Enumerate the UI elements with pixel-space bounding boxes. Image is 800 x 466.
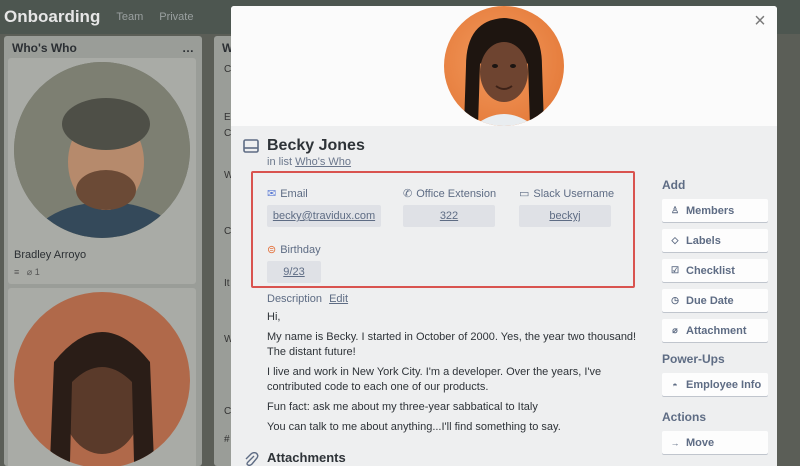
button-label: Employee Info bbox=[686, 378, 762, 391]
board-visibility-item[interactable]: Private bbox=[159, 11, 193, 23]
card-bradley[interactable]: Bradley Arroyo ≡ ⌀ 1 bbox=[8, 58, 196, 284]
checklist-button[interactable]: ☑ Checklist bbox=[662, 259, 768, 282]
attachments-heading: Attachments bbox=[267, 450, 346, 465]
field-label: Slack Username bbox=[533, 187, 615, 200]
in-list-prefix: in list bbox=[267, 156, 293, 168]
monitor-icon: ▭ bbox=[519, 188, 530, 200]
employee-info-button[interactable]: ◓ Employee Info bbox=[662, 373, 768, 396]
card-snippet[interactable]: # bbox=[224, 434, 230, 445]
board-team-item[interactable]: Team bbox=[116, 11, 143, 23]
due-date-button[interactable]: ◷ Due Date bbox=[662, 289, 768, 312]
arrow-right-icon: → bbox=[670, 437, 680, 448]
in-list-link[interactable]: Who's Who bbox=[295, 156, 351, 168]
description-header: Description Edit bbox=[267, 293, 348, 305]
card-becky[interactable] bbox=[8, 288, 196, 466]
card-title[interactable]: Becky Jones bbox=[267, 137, 365, 155]
avatar bbox=[14, 292, 190, 466]
field-label: Office Extension bbox=[416, 187, 497, 200]
labels-button[interactable]: ◇ Labels bbox=[662, 229, 768, 252]
card-cover: × bbox=[231, 6, 777, 126]
custom-fields-highlight: ✉ Email becky@travidux.com ✆ Office Extens… bbox=[251, 171, 635, 288]
card-snippet[interactable]: E bbox=[224, 112, 231, 123]
slack-value[interactable]: beckyj bbox=[519, 205, 611, 227]
list-title[interactable]: Who's Who bbox=[12, 41, 77, 55]
card-badges: ≡ ⌀ 1 bbox=[14, 267, 40, 278]
card-sidebar: Add ♙ Members ◇ Labels ☑ Checklist ◷ Due Dat… bbox=[662, 178, 768, 461]
paperclip-icon: ⌀ bbox=[672, 325, 678, 335]
description-paragraph: My name is Becky. I started in October o… bbox=[267, 331, 637, 358]
paperclip-icon bbox=[245, 452, 259, 466]
clock-icon: ◷ bbox=[671, 295, 679, 305]
email-field: ✉ Email becky@travidux.com bbox=[267, 187, 381, 227]
tag-icon: ◇ bbox=[671, 235, 679, 245]
card-detail-modal: × Becky Jones in list Who's Who ✉ Email b… bbox=[231, 6, 777, 466]
description-paragraph: I live and work in New York City. I'm a … bbox=[267, 366, 602, 393]
field-label: Email bbox=[280, 187, 308, 200]
attachment-button[interactable]: ⌀ Attachment bbox=[662, 319, 768, 342]
field-label: Birthday bbox=[280, 243, 321, 256]
button-label: Move bbox=[686, 436, 715, 449]
description-paragraph: Hi, bbox=[267, 311, 281, 323]
phone-icon: ✆ bbox=[403, 188, 413, 200]
close-icon[interactable]: × bbox=[749, 10, 771, 32]
button-label: Labels bbox=[686, 234, 721, 247]
card-name: Bradley Arroyo bbox=[14, 249, 87, 261]
button-label: Due Date bbox=[686, 294, 734, 307]
description-icon: ≡ bbox=[14, 267, 20, 277]
birthday-field: ⊜ Birthday 9/23 bbox=[267, 243, 321, 283]
cover-photo[interactable] bbox=[444, 6, 564, 126]
list-menu-icon[interactable]: … bbox=[182, 41, 194, 55]
email-icon: ✉ bbox=[267, 188, 277, 200]
actions-heading: Actions bbox=[662, 410, 707, 424]
slack-username-field: ▭ Slack Username beckyj bbox=[519, 187, 615, 227]
birthday-value[interactable]: 9/23 bbox=[267, 261, 321, 283]
in-list-line: in list Who's Who bbox=[267, 156, 351, 168]
description-body[interactable]: Hi, My name is Becky. I started in Octob… bbox=[267, 310, 647, 440]
description-paragraph: You can talk to me about anything...I'll… bbox=[267, 421, 561, 433]
attachment-count-icon: ⌀ bbox=[26, 267, 33, 277]
office-extension-field: ✆ Office Extension 322 bbox=[403, 187, 497, 227]
extension-value[interactable]: 322 bbox=[403, 205, 495, 227]
edit-description-link[interactable]: Edit bbox=[329, 293, 348, 305]
members-button[interactable]: ♙ Members bbox=[662, 199, 768, 222]
button-label: Attachment bbox=[686, 324, 747, 337]
description-label: Description bbox=[267, 293, 323, 305]
button-label: Checklist bbox=[686, 264, 735, 277]
board-title[interactable]: Onboarding bbox=[4, 7, 100, 27]
avatar bbox=[14, 62, 190, 238]
attachment-count: 1 bbox=[34, 267, 40, 277]
description-paragraph: Fun fact: ask me about my three-year sab… bbox=[267, 401, 538, 413]
card-snippet[interactable]: It bbox=[224, 278, 230, 289]
move-button[interactable]: → Move bbox=[662, 431, 768, 454]
checkbox-icon: ☑ bbox=[670, 265, 680, 275]
email-value[interactable]: becky@travidux.com bbox=[267, 205, 381, 227]
card-icon bbox=[243, 139, 259, 153]
button-label: Members bbox=[686, 204, 735, 217]
person-icon: ♙ bbox=[670, 205, 680, 215]
cake-icon: ⊜ bbox=[267, 244, 277, 256]
list-whos-who: Who's Who … Bradley Arroyo ≡ ⌀ 1 bbox=[4, 36, 202, 466]
powerups-heading: Power-Ups bbox=[662, 352, 725, 366]
add-heading: Add bbox=[662, 178, 686, 192]
powerup-icon: ◓ bbox=[672, 379, 678, 390]
